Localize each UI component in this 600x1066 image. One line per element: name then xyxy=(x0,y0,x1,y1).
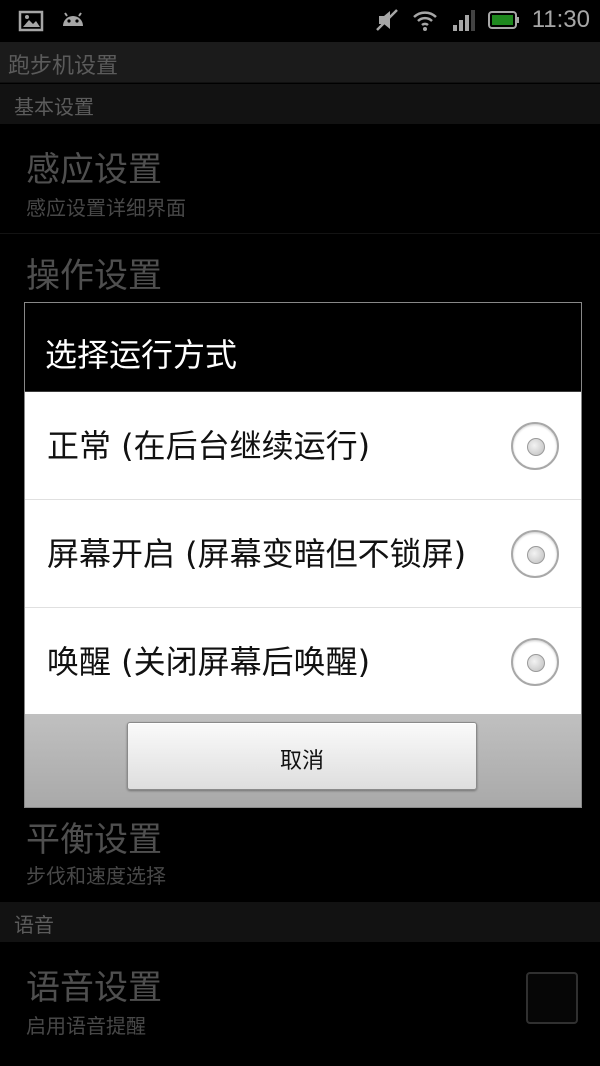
pref-title: 感应设置 xyxy=(26,150,162,190)
voice-reminder-checkbox[interactable] xyxy=(526,972,578,1024)
status-time: 11:30 xyxy=(531,6,590,33)
pref-balance-settings[interactable]: 平衡设置 步伐和速度选择 xyxy=(0,806,600,902)
radio-button[interactable] xyxy=(511,638,559,686)
dialog-title-bar: 选择运行方式 xyxy=(25,303,581,392)
android-icon xyxy=(63,12,83,26)
option-label: 屏幕开启 (屏幕变暗但不锁屏) xyxy=(47,534,467,573)
pref-summary: 步伐和速度选择 xyxy=(26,864,166,888)
option-label: 唤醒 (关闭屏幕后唤醒) xyxy=(47,642,371,681)
category-voice: 语音 xyxy=(0,902,600,942)
option-label: 正常 (在后台继续运行) xyxy=(47,426,371,465)
battery-icon xyxy=(487,11,519,29)
cancel-button[interactable]: 取消 xyxy=(127,722,477,790)
pref-summary: 感应设置详细界面 xyxy=(26,196,186,220)
category-label: 基本设置 xyxy=(14,95,94,119)
page-title: 跑步机设置 xyxy=(8,54,119,79)
mute-icon xyxy=(375,9,398,31)
pref-voice-settings[interactable]: 语音设置 启用语音提醒 xyxy=(0,942,600,1052)
option-wake[interactable]: 唤醒 (关闭屏幕后唤醒) xyxy=(25,608,581,715)
category-label: 语音 xyxy=(14,913,54,937)
cancel-button-label: 取消 xyxy=(279,749,324,774)
dialog-title: 选择运行方式 xyxy=(45,336,238,374)
pref-title: 平衡设置 xyxy=(26,820,162,860)
run-mode-options: 正常 (在后台继续运行) 屏幕开启 (屏幕变暗但不锁屏) 唤醒 (关闭屏幕后唤醒… xyxy=(25,392,581,715)
option-screen-on[interactable]: 屏幕开启 (屏幕变暗但不锁屏) xyxy=(25,500,581,608)
signal-icon xyxy=(452,10,475,31)
pref-title: 语音设置 xyxy=(26,968,162,1008)
category-basic-settings: 基本设置 xyxy=(0,84,600,124)
wifi-icon xyxy=(412,11,437,31)
dialog-button-bar: 取消 xyxy=(25,714,581,807)
pref-sensor-settings[interactable]: 感应设置 感应设置详细界面 xyxy=(0,124,600,232)
pref-title: 操作设置 xyxy=(26,256,162,296)
radio-button[interactable] xyxy=(511,422,559,470)
run-mode-dialog: 选择运行方式 正常 (在后台继续运行) 屏幕开启 (屏幕变暗但不锁屏) 唤醒 (… xyxy=(24,302,582,808)
radio-button[interactable] xyxy=(511,530,559,578)
status-bar: 11:30 xyxy=(0,0,600,42)
title-bar: 跑步机设置 xyxy=(0,42,600,83)
pref-summary: 启用语音提醒 xyxy=(26,1014,146,1038)
image-icon xyxy=(18,10,44,32)
option-normal[interactable]: 正常 (在后台继续运行) xyxy=(25,392,581,500)
